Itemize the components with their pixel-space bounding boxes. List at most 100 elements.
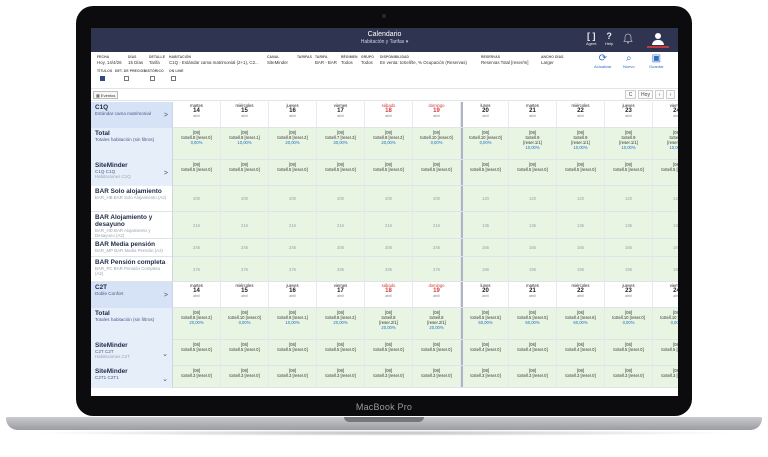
- total-cell[interactable]: [08] toSell.4 [reser.6] 60,00%: [557, 308, 605, 339]
- channel-cell[interactable]: [08]toSell.3 [reser.0]: [461, 366, 509, 387]
- channel-cell[interactable]: [08]toSell.3 [reser.0]: [413, 366, 461, 387]
- room-c2t-siteminder-label-cell[interactable]: SiteMinder C2T C2T Habitaciones C2T ⌄: [91, 340, 173, 366]
- channel-cell[interactable]: [08]toSell.5 [reser.0]: [653, 340, 678, 365]
- channel-cell[interactable]: [08]toSell.5 [reser.0]: [173, 340, 221, 365]
- channel-cell[interactable]: [08]toSell.3 [reser.0]: [605, 366, 653, 387]
- channel-cell[interactable]: [08]toSell.5 [reser.0]: [605, 340, 653, 365]
- total-cell[interactable]: [08] toSell.5 [reser.5] 50,00%: [509, 308, 557, 339]
- total-cell[interactable]: [08]toSell.10 [reser.0]0,00%: [605, 308, 653, 339]
- rate-price-cell[interactable]: 216: [413, 212, 461, 238]
- channel-cell[interactable]: [08]toSell.5 [reser.0]: [413, 340, 461, 365]
- channel-cell[interactable]: [08] toSell.4 [reser.0]: [509, 340, 557, 365]
- total-cell[interactable]: [08] toSell.8 [reser.2] 20,00%: [317, 308, 365, 339]
- filter-detalle[interactable]: DETALLE Tarifa: [149, 55, 165, 65]
- total-cell[interactable]: [08]toSell.10 [reser.0]0,00%: [221, 308, 269, 339]
- channel-cell[interactable]: [08]toSell.3 [reser.0]: [557, 366, 605, 387]
- rate-price-cell[interactable]: 306: [365, 239, 413, 256]
- nuevo-button[interactable]: ⌕ Nuevo: [623, 54, 635, 70]
- filter-habitacion[interactable]: HABITACIÓN C1Q - Estándar cama matrimoni…: [169, 55, 259, 65]
- channel-cell[interactable]: [08]toSell.3 [reser.0]: [365, 366, 413, 387]
- total-cell[interactable]: [08]toSell.9[reser.1/1]10,00%: [509, 128, 557, 159]
- total-cell[interactable]: [08] toSell.5 [reser.5] 50,00%: [461, 308, 509, 339]
- historico-checkbox[interactable]: [150, 76, 155, 81]
- rate-price-cell[interactable]: 200: [317, 186, 365, 211]
- total-cell[interactable]: [08] toSell.8 [reser.2/1] 20,00%: [365, 308, 413, 339]
- total-cell[interactable]: [08] toSell.8 [reser.0] 0,00%: [173, 128, 221, 159]
- total-cell[interactable]: [08] toSell.8 [reser.2] 20,00%: [269, 128, 317, 159]
- rate-price-cell[interactable]: 200: [173, 186, 221, 211]
- titulos-checkbox[interactable]: [100, 76, 105, 81]
- channel-cell[interactable]: [08]toSell.3 [reser.0]: [173, 366, 221, 387]
- total-cell[interactable]: [08]toSell.9[reser.1/1]10,00%: [557, 128, 605, 159]
- total-cell[interactable]: [08] toSell.8 [reser.2/1] 20,00%: [413, 308, 461, 339]
- rate-price-cell[interactable]: 276: [269, 257, 317, 281]
- hoy-button[interactable]: Hoy: [638, 90, 653, 99]
- total-cell[interactable]: [08] toSell.8 [reser.2] 20,00%: [365, 128, 413, 159]
- rate-price-cell[interactable]: 216: [365, 212, 413, 238]
- channel-cell[interactable]: [08]toSell.3 [reser.0]: [269, 366, 317, 387]
- rate-price-cell[interactable]: 196: [605, 257, 653, 281]
- total-cell[interactable]: [08]toSell.10 [reser.0]0,00%: [461, 128, 509, 159]
- rate-price-cell[interactable]: 196: [653, 257, 678, 281]
- chevron-down-icon[interactable]: ⌄: [162, 350, 168, 358]
- refresh-calendar-button[interactable]: C: [625, 90, 636, 99]
- rate-price-cell[interactable]: 120: [509, 186, 557, 211]
- rate-price-cell[interactable]: 196: [557, 257, 605, 281]
- channel-cell[interactable]: [08]toSell.5 [reser.0]: [365, 160, 413, 185]
- help-button[interactable]: ? Help: [605, 31, 613, 46]
- chevron-right-icon[interactable]: >: [164, 170, 168, 177]
- rate-price-cell[interactable]: 336: [317, 257, 365, 281]
- online-checkbox[interactable]: [171, 76, 176, 81]
- agent-button[interactable]: [ ] Agent: [586, 31, 596, 46]
- total-cell[interactable]: [08] toSell.9 [reser.1] 10,00%: [221, 128, 269, 159]
- rate-price-cell[interactable]: 166: [509, 239, 557, 256]
- bell-button[interactable]: [623, 33, 633, 45]
- chevron-down-icon[interactable]: ⌄: [162, 375, 168, 383]
- rate-price-cell[interactable]: 200: [221, 186, 269, 211]
- channel-cell[interactable]: [08]toSell.5 [reser.0]: [269, 160, 317, 185]
- channel-cell[interactable]: [08]toSell.5 [reser.0]: [221, 340, 269, 365]
- channel-cell[interactable]: [08]toSell.3 [reser.0]: [317, 366, 365, 387]
- channel-cell[interactable]: [08]toSell.3 [reser.0]: [221, 366, 269, 387]
- filter-tarifa[interactable]: TARIFA BAR - BAR: [315, 55, 337, 65]
- filter-fecha[interactable]: FECHA Hoy, 14/4/26: [97, 55, 122, 65]
- rate-price-cell[interactable]: 200: [269, 186, 317, 211]
- rate-price-cell[interactable]: 276: [221, 257, 269, 281]
- rate-price-cell[interactable]: 166: [557, 239, 605, 256]
- chevron-right-icon[interactable]: >: [164, 292, 168, 299]
- rate-price-cell[interactable]: 166: [461, 239, 509, 256]
- rate-price-cell[interactable]: 136: [509, 212, 557, 238]
- channel-cell[interactable]: [08]toSell.5 [reser.0]: [653, 160, 678, 185]
- rate-price-cell[interactable]: 246: [221, 239, 269, 256]
- filter-dias[interactable]: DÍAS 15 Días: [128, 55, 143, 65]
- total-cell[interactable]: [08]toSell.10 [reser.0]0,00%: [413, 128, 461, 159]
- channel-cell[interactable]: [08]toSell.5 [reser.0]: [461, 160, 509, 185]
- rate-price-cell[interactable]: 120: [557, 186, 605, 211]
- guardar-button[interactable]: ▣ Guardar: [649, 54, 664, 70]
- rate-price-cell[interactable]: 200: [413, 186, 461, 211]
- rate-price-cell[interactable]: 276: [413, 257, 461, 281]
- channel-cell[interactable]: [08]toSell.5 [reser.0]: [221, 160, 269, 185]
- rate-price-cell[interactable]: 336: [365, 257, 413, 281]
- room-c2t-total-label-cell[interactable]: Total Totales habitación (sin filtros): [91, 308, 173, 340]
- rate-price-cell[interactable]: 166: [653, 239, 678, 256]
- rate-price-cell[interactable]: 120: [605, 186, 653, 211]
- channel-cell[interactable]: [08]toSell.3 [reser.0]: [509, 366, 557, 387]
- rate-price-cell[interactable]: 136: [557, 212, 605, 238]
- channel-cell[interactable]: [08]toSell.5 [reser.0]: [557, 160, 605, 185]
- rate-price-cell[interactable]: 120: [461, 186, 509, 211]
- room-c1q-rate-3-label-cell[interactable]: BAR Pensión completa BAR_PC BAR Pensión C…: [91, 257, 173, 282]
- rate-price-cell[interactable]: 216: [317, 212, 365, 238]
- rate-price-cell[interactable]: 200: [365, 186, 413, 211]
- det-precios-checkbox[interactable]: [124, 76, 129, 81]
- rate-price-cell[interactable]: 216: [173, 212, 221, 238]
- channel-cell[interactable]: [08] toSell.4 [reser.0]: [557, 340, 605, 365]
- channel-cell[interactable]: [08]toSell.5 [reser.0]: [317, 160, 365, 185]
- prev-button[interactable]: ‹: [655, 90, 664, 99]
- total-cell[interactable]: [08] toSell.8 [reser.2] 20,00%: [173, 308, 221, 339]
- channel-cell[interactable]: [08]toSell.5 [reser.0]: [365, 340, 413, 365]
- rate-price-cell[interactable]: 136: [461, 212, 509, 238]
- rate-price-cell[interactable]: 166: [605, 239, 653, 256]
- room-c1q-rate-0-label-cell[interactable]: BAR Solo alojamiento BAR_HB BAR Solo Aloj…: [91, 186, 173, 212]
- room-c1q-rate-1-label-cell[interactable]: BAR Alojamiento y desayuno BAR_HD BAR Alo…: [91, 212, 173, 239]
